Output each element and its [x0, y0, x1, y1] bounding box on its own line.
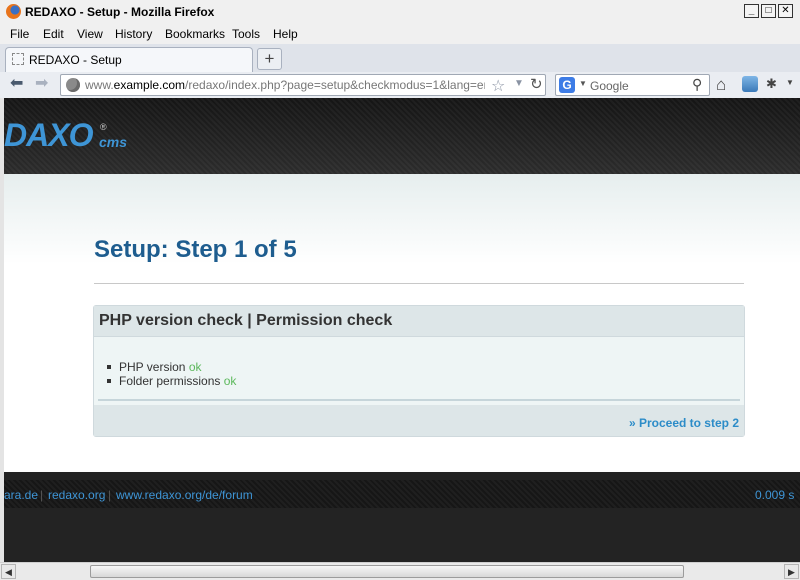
tab-redaxo-setup[interactable]: REDAXO - Setup	[5, 47, 253, 72]
panel-header: PHP version check | Permission check	[94, 306, 744, 337]
footer-link-redaxo[interactable]: redaxo.org	[48, 488, 105, 502]
check-status: ok	[188, 360, 202, 374]
tab-strip: REDAXO - Setup +	[0, 44, 800, 73]
search-placeholder: Google	[590, 79, 629, 93]
close-button[interactable]: ✕	[778, 4, 793, 18]
page-content: DAXO ® cms Setup: Step 1 of 5 PHP versio…	[4, 98, 800, 562]
list-item: Folder permissions ok	[105, 374, 236, 388]
footer-separator: |	[40, 488, 44, 502]
bookmark-star-icon[interactable]: ☆	[491, 76, 505, 96]
menu-file[interactable]: File	[10, 27, 29, 41]
navigation-bar: ⬅ ➡ www.example.com/redaxo/index.php?pag…	[0, 72, 800, 99]
logo-text[interactable]: DAXO	[4, 117, 93, 154]
scroll-left-icon[interactable]: ◀	[1, 564, 16, 579]
search-engine-icon[interactable]: G	[559, 77, 575, 93]
tools-menu-icon[interactable]: ✱	[766, 76, 777, 92]
scrollbar-thumb[interactable]	[90, 565, 684, 578]
check-label: Folder permissions	[119, 374, 221, 388]
home-icon[interactable]: ⌂	[716, 75, 726, 95]
firefox-icon	[6, 4, 21, 19]
history-dropdown-icon[interactable]: ▼	[514, 78, 524, 89]
panel-footer: » Proceed to step 2	[94, 405, 744, 436]
tools-dropdown-icon[interactable]: ▼	[786, 78, 794, 87]
search-engine-dropdown-icon[interactable]: ▼	[579, 79, 587, 88]
logo-registered: ®	[100, 122, 107, 132]
site-header: DAXO ® cms	[4, 98, 800, 174]
title-divider	[94, 283, 744, 284]
menu-bookmarks[interactable]: Bookmarks	[165, 27, 225, 41]
maximize-button[interactable]: □	[761, 4, 776, 18]
minimize-button[interactable]: _	[744, 4, 759, 18]
title-bar: REDAXO - Setup - Mozilla Firefox _ □ ✕	[0, 0, 800, 25]
menu-view[interactable]: View	[77, 27, 103, 41]
check-status: ok	[223, 374, 237, 388]
site-footer: ara.de | redaxo.org | www.redaxo.org/de/…	[4, 472, 800, 562]
url-host: example.com	[113, 78, 186, 92]
url-prefix: www.	[85, 78, 114, 92]
browser-window: REDAXO - Setup - Mozilla Firefox _ □ ✕ F…	[0, 0, 800, 580]
footer-link-forum[interactable]: www.redaxo.org/de/forum	[116, 488, 253, 502]
search-bar[interactable]: G ▼ Google ⚲	[555, 74, 710, 96]
footer-separator: |	[108, 488, 112, 502]
footer-link-yakamara[interactable]: ara.de	[4, 488, 38, 502]
proceed-link[interactable]: » Proceed to step 2	[629, 416, 739, 430]
check-panel: PHP version check | Permission check PHP…	[93, 305, 745, 437]
globe-icon	[66, 78, 80, 92]
menu-bar: File Edit View History Bookmarks Tools H…	[0, 24, 800, 44]
page-favicon-icon	[12, 53, 24, 65]
menu-history[interactable]: History	[115, 27, 152, 41]
logo-cms: cms	[99, 134, 128, 150]
page-title: Setup: Step 1 of 5	[94, 236, 297, 263]
addon-icon[interactable]	[742, 76, 758, 92]
footer-timer: 0.009 s	[755, 488, 795, 502]
url-path: /redaxo/index.php?page=setup&checkmodus=…	[185, 78, 485, 92]
window-title: REDAXO - Setup - Mozilla Firefox	[25, 5, 215, 19]
panel-title: PHP version check | Permission check	[99, 312, 393, 329]
back-icon[interactable]: ⬅	[10, 76, 23, 92]
menu-edit[interactable]: Edit	[43, 27, 64, 41]
url-text[interactable]: www.example.com/redaxo/index.php?page=se…	[85, 78, 485, 93]
reload-icon[interactable]: ↻	[530, 75, 543, 93]
address-bar[interactable]: www.example.com/redaxo/index.php?page=se…	[60, 74, 546, 96]
panel-separator	[98, 399, 740, 401]
menu-help[interactable]: Help	[273, 27, 298, 41]
list-item: PHP version ok	[105, 360, 236, 374]
new-tab-button[interactable]: +	[257, 48, 282, 70]
horizontal-scrollbar[interactable]: ◀ ▶	[0, 562, 800, 580]
forward-icon[interactable]: ➡	[35, 76, 48, 92]
tab-label: REDAXO - Setup	[29, 53, 122, 67]
menu-tools[interactable]: Tools	[232, 27, 260, 41]
scroll-right-icon[interactable]: ▶	[784, 564, 799, 579]
check-label: PHP version	[119, 360, 186, 374]
check-list: PHP version ok Folder permissions ok	[105, 360, 236, 388]
search-icon[interactable]: ⚲	[692, 76, 702, 93]
